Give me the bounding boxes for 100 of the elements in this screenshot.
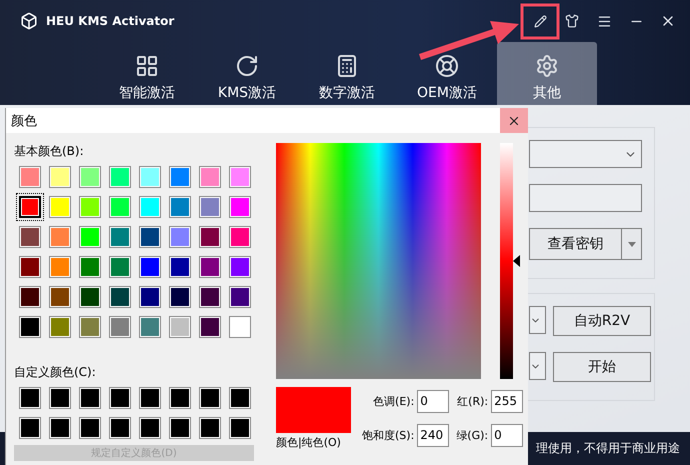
color-swatch[interactable] (229, 196, 251, 218)
input-field[interactable]: 0 (417, 390, 450, 413)
nav-tab[interactable]: 智能激活 (97, 42, 197, 105)
luminance-slider[interactable] (500, 143, 520, 379)
field-label: 饱和度(S): (361, 428, 414, 443)
tab-icon (235, 54, 259, 78)
color-swatch[interactable] (109, 256, 131, 278)
input-field[interactable]: 240 (417, 424, 450, 447)
dropdown[interactable] (529, 306, 546, 334)
color-swatch[interactable] (79, 226, 101, 248)
color-swatch[interactable] (139, 387, 161, 409)
color-swatch[interactable] (139, 417, 161, 439)
color-swatch[interactable] (109, 387, 131, 409)
color-swatch[interactable] (19, 417, 41, 439)
color-swatch[interactable] (199, 417, 221, 439)
color-swatch[interactable] (79, 417, 101, 439)
color-swatch[interactable] (199, 316, 221, 338)
status-text: 理使用，不得用于商业用途 (536, 440, 680, 457)
color-swatch[interactable] (139, 256, 161, 278)
slider-arrow[interactable] (513, 255, 520, 267)
color-swatch[interactable] (169, 417, 191, 439)
color-swatch[interactable] (109, 417, 131, 439)
color-swatch[interactable] (139, 226, 161, 248)
input-field[interactable]: 0 (491, 424, 524, 447)
color-swatch[interactable] (49, 387, 71, 409)
close-icon[interactable] (500, 108, 528, 133)
field-label: 绿(G): (455, 428, 488, 443)
color-swatch[interactable] (169, 226, 191, 248)
color-swatch[interactable] (229, 286, 251, 308)
color-swatch[interactable] (169, 196, 191, 218)
color-swatch[interactable] (169, 256, 191, 278)
color-swatch[interactable] (139, 196, 161, 218)
color-swatch[interactable] (49, 316, 71, 338)
nav-tab[interactable]: 其他 (497, 42, 597, 105)
color-swatch[interactable] (49, 417, 71, 439)
color-swatch[interactable] (19, 256, 41, 278)
color-swatch[interactable] (109, 286, 131, 308)
action-button[interactable]: 开始 (553, 352, 651, 382)
dropdown[interactable] (529, 352, 546, 380)
color-swatch[interactable] (49, 226, 71, 248)
color-swatch[interactable] (79, 196, 101, 218)
color-swatch[interactable] (199, 286, 221, 308)
tab-icon (435, 54, 459, 78)
caret-icon (628, 242, 636, 246)
color-swatch[interactable] (109, 316, 131, 338)
nav-tab[interactable]: 数字激活 (297, 42, 397, 105)
color-swatch[interactable] (229, 316, 251, 338)
nav-tab[interactable]: KMS激活 (197, 42, 297, 105)
color-swatch[interactable] (199, 226, 221, 248)
color-swatch[interactable] (79, 316, 101, 338)
field-label: 色调(E): (372, 394, 414, 409)
color-swatch[interactable] (199, 196, 221, 218)
color-swatch[interactable] (79, 166, 101, 188)
color-swatch[interactable] (19, 286, 41, 308)
tab-icon (135, 54, 159, 78)
spectrum-drawing[interactable] (276, 143, 481, 379)
color-swatch[interactable] (229, 166, 251, 188)
color-swatch[interactable] (169, 286, 191, 308)
color-swatch[interactable] (139, 316, 161, 338)
color-swatch[interactable] (49, 286, 71, 308)
field-label: 红(R): (456, 394, 488, 409)
color-swatch[interactable] (109, 226, 131, 248)
color-swatch[interactable] (139, 286, 161, 308)
nav-tab[interactable]: OEM激活 (397, 42, 497, 105)
color-swatch[interactable] (169, 316, 191, 338)
dialog-title: 颜色 (11, 112, 37, 130)
color-swatch[interactable] (199, 387, 221, 409)
color-swatch[interactable] (79, 286, 101, 308)
color-swatch[interactable] (139, 166, 161, 188)
tab-icon (335, 54, 359, 78)
color-swatch[interactable] (169, 387, 191, 409)
color-swatch[interactable] (49, 256, 71, 278)
color-swatch[interactable] (199, 256, 221, 278)
color-swatch[interactable] (49, 166, 71, 188)
color-swatch[interactable] (79, 387, 101, 409)
logo-icon (20, 12, 38, 30)
custom-colors-label: 自定义颜色(C): (14, 364, 97, 381)
color-swatch[interactable] (199, 166, 221, 188)
color-swatch[interactable] (19, 196, 41, 218)
color-swatch[interactable] (19, 166, 41, 188)
color-swatch[interactable] (229, 226, 251, 248)
view-key-button[interactable]: 查看密钥 (529, 228, 622, 260)
color-swatch[interactable] (109, 196, 131, 218)
color-swatch[interactable] (49, 196, 71, 218)
action-button[interactable]: 自动R2V (553, 306, 651, 336)
color-swatch[interactable] (229, 417, 251, 439)
tab-icon (535, 54, 559, 78)
color-swatch[interactable] (229, 256, 251, 278)
color-swatch[interactable] (19, 387, 41, 409)
color-swatch[interactable] (19, 316, 41, 338)
color-swatch[interactable] (79, 256, 101, 278)
preview-label: 颜色|纯色(O) (276, 435, 342, 450)
color-swatch[interactable] (169, 166, 191, 188)
input-field[interactable] (529, 184, 642, 212)
dropdown[interactable] (529, 140, 642, 168)
color-swatch[interactable] (19, 226, 41, 248)
color-swatch[interactable] (109, 166, 131, 188)
basic-colors-label: 基本颜色(B): (14, 143, 85, 160)
input-field[interactable]: 255 (491, 390, 524, 413)
color-swatch[interactable] (229, 387, 251, 409)
